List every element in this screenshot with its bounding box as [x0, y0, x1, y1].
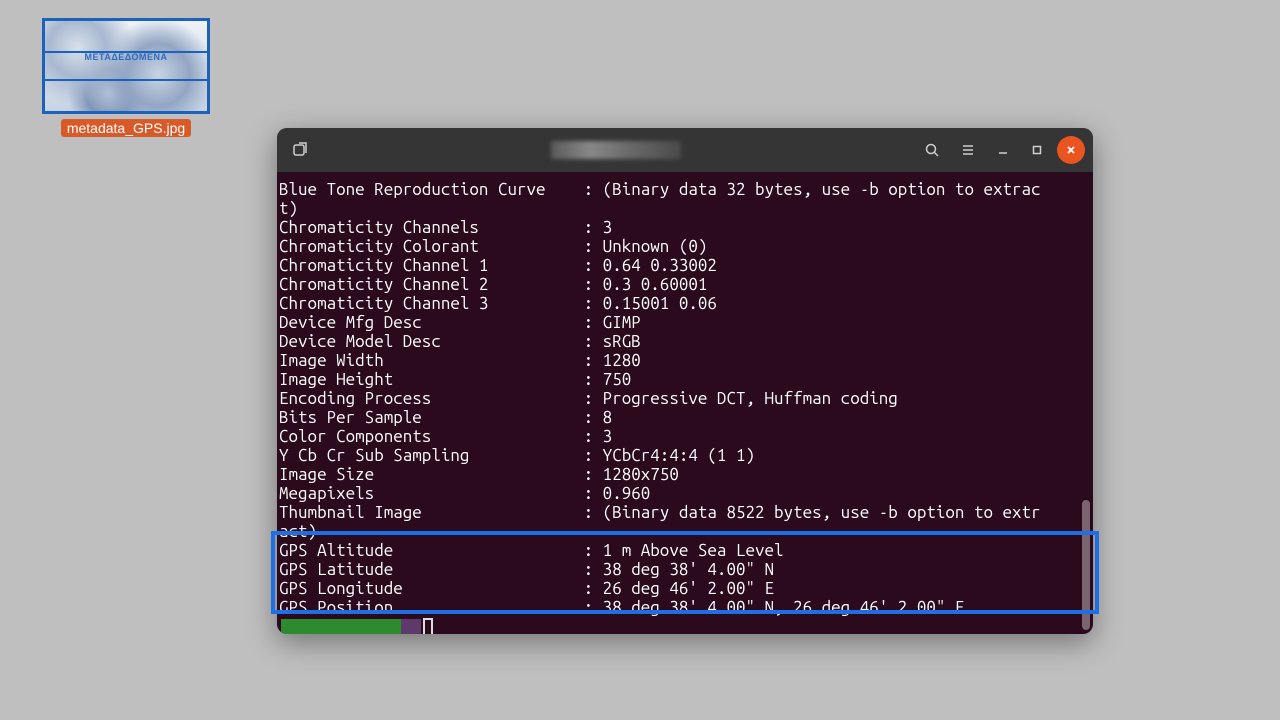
terminal-line: act) [279, 522, 1091, 541]
terminal-line: GPS Position : 38 deg 38' 4.00" N, 26 de… [279, 598, 1091, 617]
maximize-button[interactable] [1023, 136, 1051, 164]
terminal-line: Chromaticity Channel 3 : 0.15001 0.06 [279, 294, 1091, 313]
new-tab-button[interactable] [285, 135, 315, 165]
minimize-button[interactable] [989, 136, 1017, 164]
terminal-line: Device Mfg Desc : GIMP [279, 313, 1091, 332]
terminal-line: Chromaticity Channel 2 : 0.3 0.60001 [279, 275, 1091, 294]
window-titlebar[interactable] [277, 128, 1093, 172]
terminal-line: Thumbnail Image : (Binary data 8522 byte… [279, 503, 1091, 522]
terminal-window: Blue Tone Reproduction Curve : (Binary d… [277, 128, 1093, 634]
cursor [423, 618, 433, 635]
terminal-line: Chromaticity Channel 1 : 0.64 0.33002 [279, 256, 1091, 275]
terminal-line: Blue Tone Reproduction Curve : (Binary d… [279, 180, 1091, 199]
terminal-line: GPS Longitude : 26 deg 46' 2.00" E [279, 579, 1091, 598]
file-thumbnail: ΜΕΤΑΔΕΔΟΜΕΝΑ [42, 18, 210, 114]
terminal-line: Encoding Process : Progressive DCT, Huff… [279, 389, 1091, 408]
prompt-row [279, 617, 1091, 634]
terminal-line: Bits Per Sample : 8 [279, 408, 1091, 427]
terminal-line: Image Width : 1280 [279, 351, 1091, 370]
prompt-segment-purple [401, 619, 421, 635]
search-button[interactable] [917, 135, 947, 165]
desktop-file[interactable]: ΜΕΤΑΔΕΔΟΜΕΝΑ metadata_GPS.jpg [42, 18, 210, 137]
terminal-line: Image Height : 750 [279, 370, 1091, 389]
scrollbar-thumb[interactable] [1082, 500, 1090, 630]
terminal-output[interactable]: Blue Tone Reproduction Curve : (Binary d… [277, 172, 1093, 634]
terminal-line: GPS Latitude : 38 deg 38' 4.00" N [279, 560, 1091, 579]
terminal-line: Y Cb Cr Sub Sampling : YCbCr4:4:4 (1 1) [279, 446, 1091, 465]
scrollbar[interactable] [1082, 172, 1090, 630]
file-name-label: metadata_GPS.jpg [61, 119, 191, 137]
terminal-line: Device Model Desc : sRGB [279, 332, 1091, 351]
window-title [321, 141, 911, 159]
terminal-line: Color Components : 3 [279, 427, 1091, 446]
menu-button[interactable] [953, 135, 983, 165]
terminal-line: Image Size : 1280x750 [279, 465, 1091, 484]
terminal-line: Megapixels : 0.960 [279, 484, 1091, 503]
thumb-overlay-text: ΜΕΤΑΔΕΔΟΜΕΝΑ [84, 52, 167, 62]
terminal-line: GPS Altitude : 1 m Above Sea Level [279, 541, 1091, 560]
terminal-line: Chromaticity Colorant : Unknown (0) [279, 237, 1091, 256]
close-button[interactable] [1057, 136, 1085, 164]
terminal-line: t) [279, 199, 1091, 218]
prompt-segment-green [281, 619, 401, 635]
terminal-line: Chromaticity Channels : 3 [279, 218, 1091, 237]
